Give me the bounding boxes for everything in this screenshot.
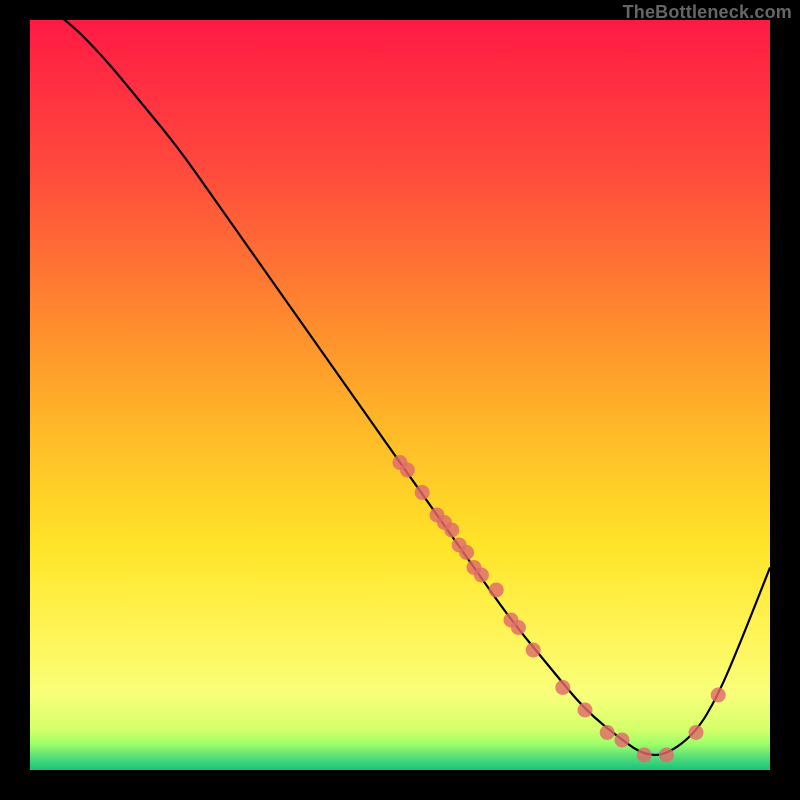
curve-marker (689, 725, 704, 740)
curve-marker (400, 463, 415, 478)
curve-marker (555, 680, 570, 695)
bottleneck-curve (30, 20, 770, 770)
curve-marker (659, 748, 674, 763)
curve-marker (511, 620, 526, 635)
curve-line (30, 20, 770, 755)
curve-marker (600, 725, 615, 740)
curve-marker (415, 485, 430, 500)
curve-marker (459, 545, 474, 560)
curve-marker (711, 688, 726, 703)
curve-marker (444, 523, 459, 538)
curve-markers (393, 455, 726, 763)
curve-marker (526, 643, 541, 658)
curve-marker (578, 703, 593, 718)
curve-marker (474, 568, 489, 583)
chart-container (30, 20, 770, 770)
curve-marker (489, 583, 504, 598)
watermark-text: TheBottleneck.com (623, 2, 792, 23)
curve-marker (637, 748, 652, 763)
curve-marker (615, 733, 630, 748)
